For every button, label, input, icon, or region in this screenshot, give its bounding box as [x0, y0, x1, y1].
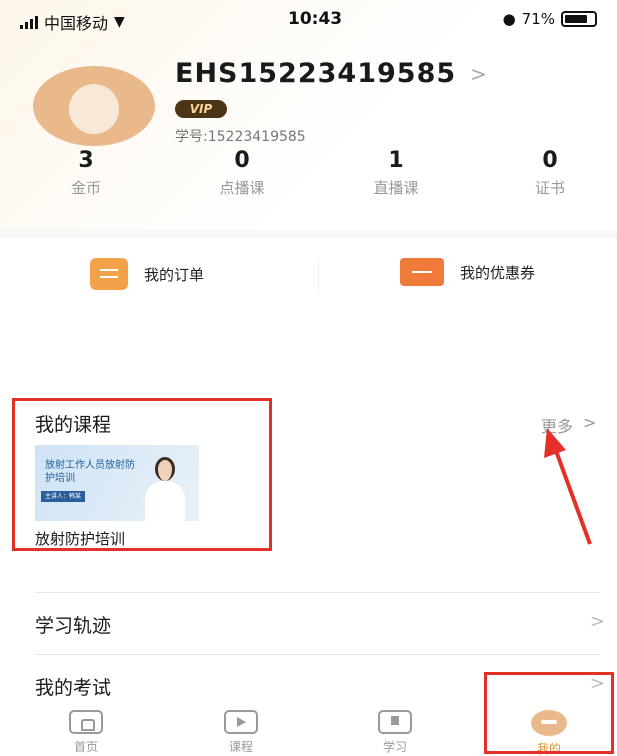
profile-name-row[interactable]: EHS15223419585 >: [175, 58, 487, 89]
chevron-right-icon: >: [470, 61, 487, 86]
avatar-head-icon: [69, 84, 119, 134]
tab-label: 学习: [382, 740, 407, 754]
username: EHS15223419585: [175, 58, 457, 89]
stats-row: 3 金币 0 点播课 1 直播课 0 证书: [0, 148, 617, 208]
quick-actions: 我的订单 我的优惠券: [0, 240, 617, 310]
my-orders-button[interactable]: 我的订单: [90, 258, 204, 290]
chevron-right-icon: >: [589, 611, 605, 632]
more-courses-link[interactable]: 更多 >: [541, 413, 596, 437]
coupons-label: 我的优惠券: [460, 263, 536, 282]
stat-coins[interactable]: 3 金币: [26, 148, 146, 198]
menu-divider: [35, 592, 600, 593]
stat-value: 0: [234, 148, 250, 173]
status-bar: 中国移动 ▼ 10:43 ● 71%: [0, 0, 617, 40]
tab-study[interactable]: 学习: [365, 710, 425, 755]
stat-label: 点播课: [219, 179, 265, 197]
menu-label: 我的考试: [35, 677, 112, 699]
my-coupons-button[interactable]: 我的优惠券: [400, 258, 535, 286]
section-divider: [0, 230, 617, 238]
tab-home[interactable]: 首页: [56, 710, 116, 755]
stat-live-courses[interactable]: 1 直播课: [336, 148, 456, 198]
avatar[interactable]: [33, 66, 155, 146]
stat-label: 金币: [70, 179, 101, 197]
stat-label: 直播课: [373, 179, 419, 197]
study-icon: [378, 710, 412, 734]
tab-label: 课程: [228, 740, 253, 754]
orders-label: 我的订单: [144, 265, 205, 284]
menu-row-learning-track[interactable]: 学习轨迹 >: [35, 611, 605, 651]
annotation-box-my-courses: [12, 398, 272, 551]
status-right: ● 71%: [503, 10, 597, 28]
chevron-right-icon: >: [583, 413, 597, 432]
stat-vod-courses[interactable]: 0 点播课: [182, 148, 302, 198]
signal-icon: [20, 15, 38, 29]
play-course-icon: [224, 710, 258, 734]
tab-label: 首页: [73, 740, 98, 754]
carrier-name: 中国移动: [44, 14, 109, 33]
stat-value: 1: [388, 148, 404, 173]
orders-icon: [90, 258, 128, 290]
home-icon: [69, 710, 103, 734]
stat-label: 证书: [534, 179, 565, 197]
menu-label: 学习轨迹: [35, 615, 112, 637]
stat-certificates[interactable]: 0 证书: [490, 148, 610, 198]
status-time: 10:43: [288, 9, 343, 29]
wifi-icon: ▼: [114, 14, 125, 30]
quick-actions-divider: [318, 262, 319, 290]
alarm-icon: ●: [502, 10, 516, 28]
status-left: 中国移动 ▼: [20, 10, 125, 34]
annotation-box-mine-tab: [484, 672, 614, 754]
vip-badge: VIP: [175, 100, 227, 118]
battery-percent: 71%: [521, 10, 555, 28]
student-id: 学号:15223419585: [175, 129, 306, 145]
menu-divider: [35, 654, 600, 655]
battery-icon: [561, 11, 597, 27]
stat-value: 3: [78, 148, 94, 173]
tab-courses[interactable]: 课程: [211, 710, 271, 755]
stat-value: 0: [542, 148, 558, 173]
coupon-icon: [400, 258, 444, 286]
more-label: 更多: [541, 417, 574, 436]
